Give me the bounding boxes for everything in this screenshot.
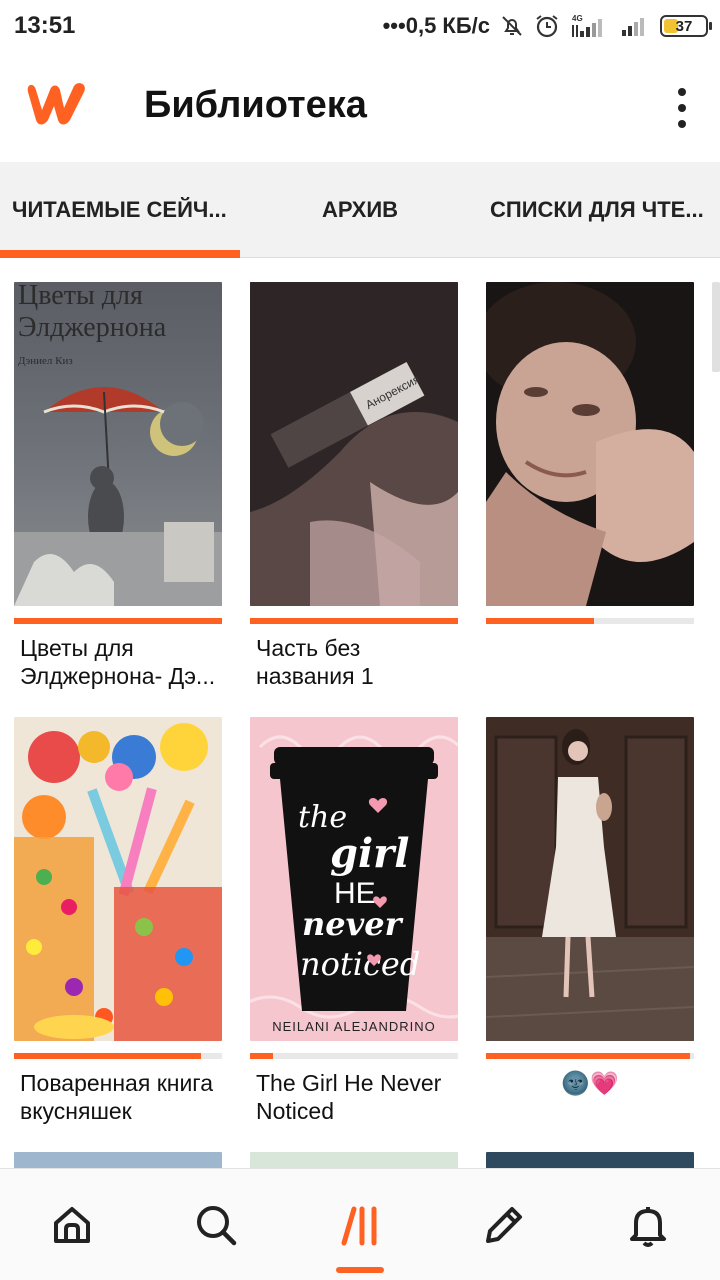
tab-archive[interactable]: АРХИВ [240,162,480,258]
svg-text:Дэниел Киз: Дэниел Киз [18,355,73,367]
nav-library-button[interactable] [288,1169,432,1280]
svg-text:noticed: noticed [300,945,420,983]
active-nav-indicator [336,1267,384,1273]
more-options-button[interactable] [670,88,694,128]
book-cover-white-dress-photo[interactable] [486,717,694,1041]
story-title: Поваренная книга вкусняшек [20,1070,213,1124]
story-title: Часть без названия 1 [256,635,374,689]
book-cover[interactable] [250,1152,458,1168]
book-cover-umbrella-cat[interactable]: Цветы для Элджернона Дэниел Киз [14,282,222,606]
story-grid: Цветы для Элджернона Дэниел Киз Цветы дл… [0,258,720,1168]
nav-search-button[interactable] [144,1169,288,1280]
reading-progress-bar [14,1053,222,1059]
pencil-icon [486,1207,522,1243]
svg-text:NEILANI ALEJANDRINO: NEILANI ALEJANDRINO [272,1019,436,1034]
bottom-navigation [0,1168,720,1280]
status-indicators: •••0,5 КБ/с 4G 37 [382,13,712,39]
reading-progress-bar [486,618,694,624]
nav-notifications-button[interactable] [576,1169,720,1280]
tab-reading-lists[interactable]: СПИСКИ ДЛЯ ЧТЕ... [480,162,720,258]
nav-write-button[interactable] [432,1169,576,1280]
library-tabs: ЧИТАЕМЫЕ СЕЙЧ... АРХИВ СПИСКИ ДЛЯ ЧТЕ... [0,162,720,258]
more-vert-icon [678,88,686,96]
scrollbar[interactable] [712,282,720,372]
book-cover-candy-photo[interactable] [14,717,222,1041]
reading-progress-bar [486,1053,694,1059]
reading-progress-bar [250,618,458,624]
story-title: 🌚💗 [561,1070,619,1096]
library-icon [341,1206,377,1246]
story-title: Цветы для Элджернона- Дэ... [20,635,216,689]
status-time: 13:51 [14,12,76,39]
page-title: Библиотека [144,84,367,126]
search-icon [197,1206,237,1246]
svg-text:Цветы для: Цветы для [18,282,143,311]
app-bar: Библиотека [0,52,720,162]
tab-currently-reading[interactable]: ЧИТАЕМЫЕ СЕЙЧ... [0,162,240,258]
signal-4g-icon: 4G [570,13,610,39]
active-tab-indicator [0,250,240,258]
svg-text:never: never [302,905,404,943]
reading-progress-bar [250,1053,458,1059]
status-bar: 13:51 •••0,5 КБ/с 4G 37 [0,0,720,52]
svg-text:Элджернона: Элджернона [18,312,167,343]
reading-progress-bar [14,618,222,624]
book-cover[interactable] [14,1152,222,1168]
mute-bell-icon [500,14,524,38]
svg-text:4G: 4G [572,14,583,23]
signal-icon [620,14,650,38]
network-speed: •••0,5 КБ/с [382,13,490,38]
home-icon [54,1207,90,1243]
book-cover-coffee-cup[interactable]: the girl HE never noticed NEILANI ALEJAN… [250,717,458,1041]
battery-icon: 37 [660,15,712,37]
battery-level: 37 [675,17,693,35]
wattpad-logo-icon[interactable] [22,78,90,128]
bell-icon [630,1207,666,1247]
svg-text:girl: girl [330,830,409,877]
book-cover-dark-photo[interactable]: Анорексия [250,282,458,606]
story-title: The Girl He Never Noticed [256,1070,442,1124]
nav-home-button[interactable] [0,1169,144,1280]
book-cover[interactable] [486,1152,694,1168]
alarm-icon [534,13,560,39]
book-cover-portrait-photo[interactable] [486,282,694,606]
